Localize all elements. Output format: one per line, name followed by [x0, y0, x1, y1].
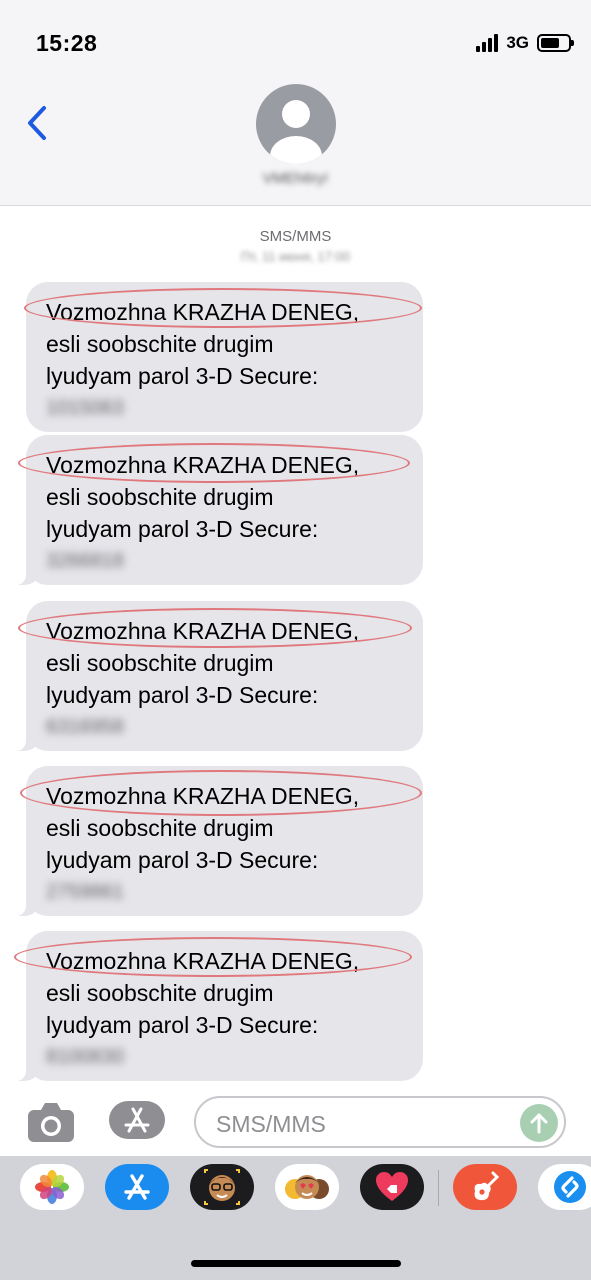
- tray-divider: [438, 1170, 439, 1206]
- secure-code: 6316958: [46, 716, 124, 738]
- message-bubble[interactable]: Vozmozhna KRAZHA DENEG, esli soobschite …: [24, 282, 423, 432]
- composer-bar: SMS/MMS: [0, 1090, 591, 1154]
- memoji-button[interactable]: [190, 1164, 254, 1210]
- message-bubble[interactable]: Vozmozhna KRAZHA DENEG, esli soobschite …: [12, 766, 423, 916]
- app-store-icon: [109, 1101, 165, 1139]
- secure-code: 2759861: [46, 881, 124, 903]
- home-indicator[interactable]: [191, 1260, 401, 1267]
- contact-avatar[interactable]: [256, 84, 336, 164]
- message-input-placeholder: SMS/MMS: [216, 1111, 326, 1137]
- highlight-ellipse: [18, 608, 412, 648]
- digital-touch-icon: [376, 1172, 408, 1201]
- status-time: 15:28: [36, 30, 98, 56]
- apps-button[interactable]: [108, 1100, 168, 1140]
- highlight-ellipse: [14, 937, 412, 977]
- send-button[interactable]: [520, 1104, 558, 1142]
- message-line: lyudyam parol 3-D Secure:: [46, 516, 319, 542]
- highlight-ellipse: [24, 288, 422, 328]
- conversation-header: 15:28 3G VMEh6ry!: [0, 0, 591, 206]
- signal-icon: [476, 34, 499, 52]
- message-line: lyudyam parol 3-D Secure:: [46, 847, 319, 873]
- message-line: lyudyam parol 3-D Secure:: [46, 363, 319, 389]
- message-timestamp: Пт, 11 июня, 17:00: [240, 249, 351, 264]
- network-type: 3G: [506, 33, 529, 52]
- photos-icon: [35, 1170, 69, 1204]
- message-line: esli soobschite drugim: [46, 650, 274, 676]
- camera-icon: [28, 1103, 74, 1142]
- message-bubble[interactable]: Vozmozhna KRAZHA DENEG, esli soobschite …: [12, 931, 423, 1081]
- shazam-icon: [554, 1171, 586, 1203]
- app-store-icon: [124, 1174, 150, 1200]
- back-button[interactable]: [22, 100, 52, 146]
- person-icon: [270, 100, 322, 164]
- service-label: SMS/MMS: [259, 228, 332, 245]
- secure-code: 3266818: [46, 550, 124, 572]
- photos-app-button[interactable]: [20, 1164, 84, 1210]
- app-store-button[interactable]: [105, 1164, 169, 1210]
- message-input[interactable]: SMS/MMS: [194, 1096, 566, 1148]
- message-line: esli soobschite drugim: [46, 815, 274, 841]
- camera-button[interactable]: [26, 1100, 76, 1144]
- shazam-button[interactable]: [538, 1164, 591, 1210]
- message-bubble[interactable]: Vozmozhna KRAZHA DENEG, esli soobschite …: [12, 435, 423, 585]
- message-line: esli soobschite drugim: [46, 331, 274, 357]
- message-line: esli soobschite drugim: [46, 980, 274, 1006]
- contact-name[interactable]: VMEh6ry!: [0, 170, 591, 187]
- memoji-icon: [204, 1169, 240, 1205]
- secure-code: 1015063: [46, 397, 124, 419]
- message-line: lyudyam parol 3-D Secure:: [46, 682, 319, 708]
- garageband-icon: [474, 1171, 500, 1201]
- battery-icon: [537, 34, 574, 52]
- status-indicators: 3G: [476, 32, 574, 54]
- highlight-ellipse: [18, 443, 410, 483]
- secure-code: 8100830: [46, 1046, 124, 1068]
- message-line: esli soobschite drugim: [46, 484, 274, 510]
- chevron-left-icon: [28, 106, 46, 140]
- garageband-button[interactable]: [453, 1164, 517, 1210]
- animoji-icon: [285, 1175, 329, 1199]
- animoji-stickers-button[interactable]: [275, 1164, 339, 1210]
- message-line: lyudyam parol 3-D Secure:: [46, 1012, 319, 1038]
- digital-touch-button[interactable]: [360, 1164, 424, 1210]
- message-bubble[interactable]: Vozmozhna KRAZHA DENEG, esli soobschite …: [12, 601, 423, 751]
- highlight-ellipse: [20, 770, 422, 816]
- arrow-up-icon: [530, 1113, 548, 1134]
